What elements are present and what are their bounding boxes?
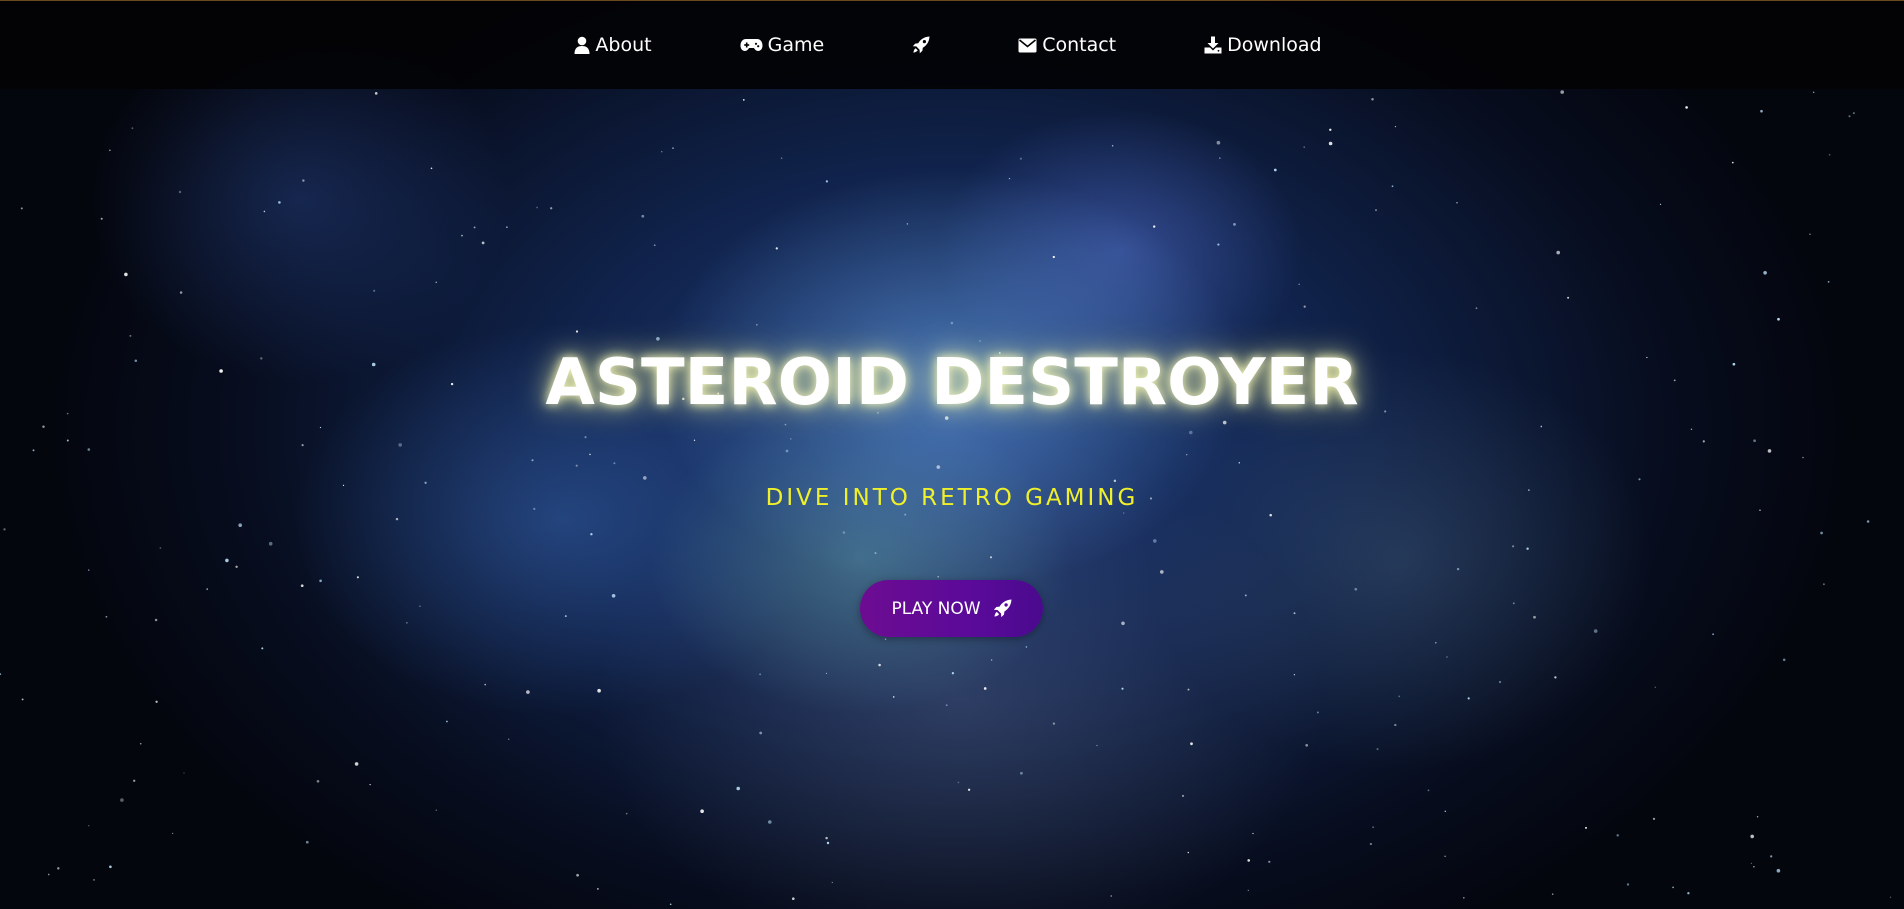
play-now-button[interactable]: PLAY NOW: [860, 580, 1043, 637]
hero-section: ASTEROID DESTROYER DIVE INTO RETRO GAMIN…: [0, 0, 1904, 909]
hero-subtitle: DIVE INTO RETRO GAMING: [765, 485, 1139, 511]
rocket-icon: [993, 599, 1012, 618]
landing-page: About Game Contact Download ASTEROID DES…: [0, 0, 1904, 909]
hero-title: ASTEROID DESTROYER: [545, 346, 1359, 420]
play-now-label: PLAY NOW: [891, 598, 981, 619]
